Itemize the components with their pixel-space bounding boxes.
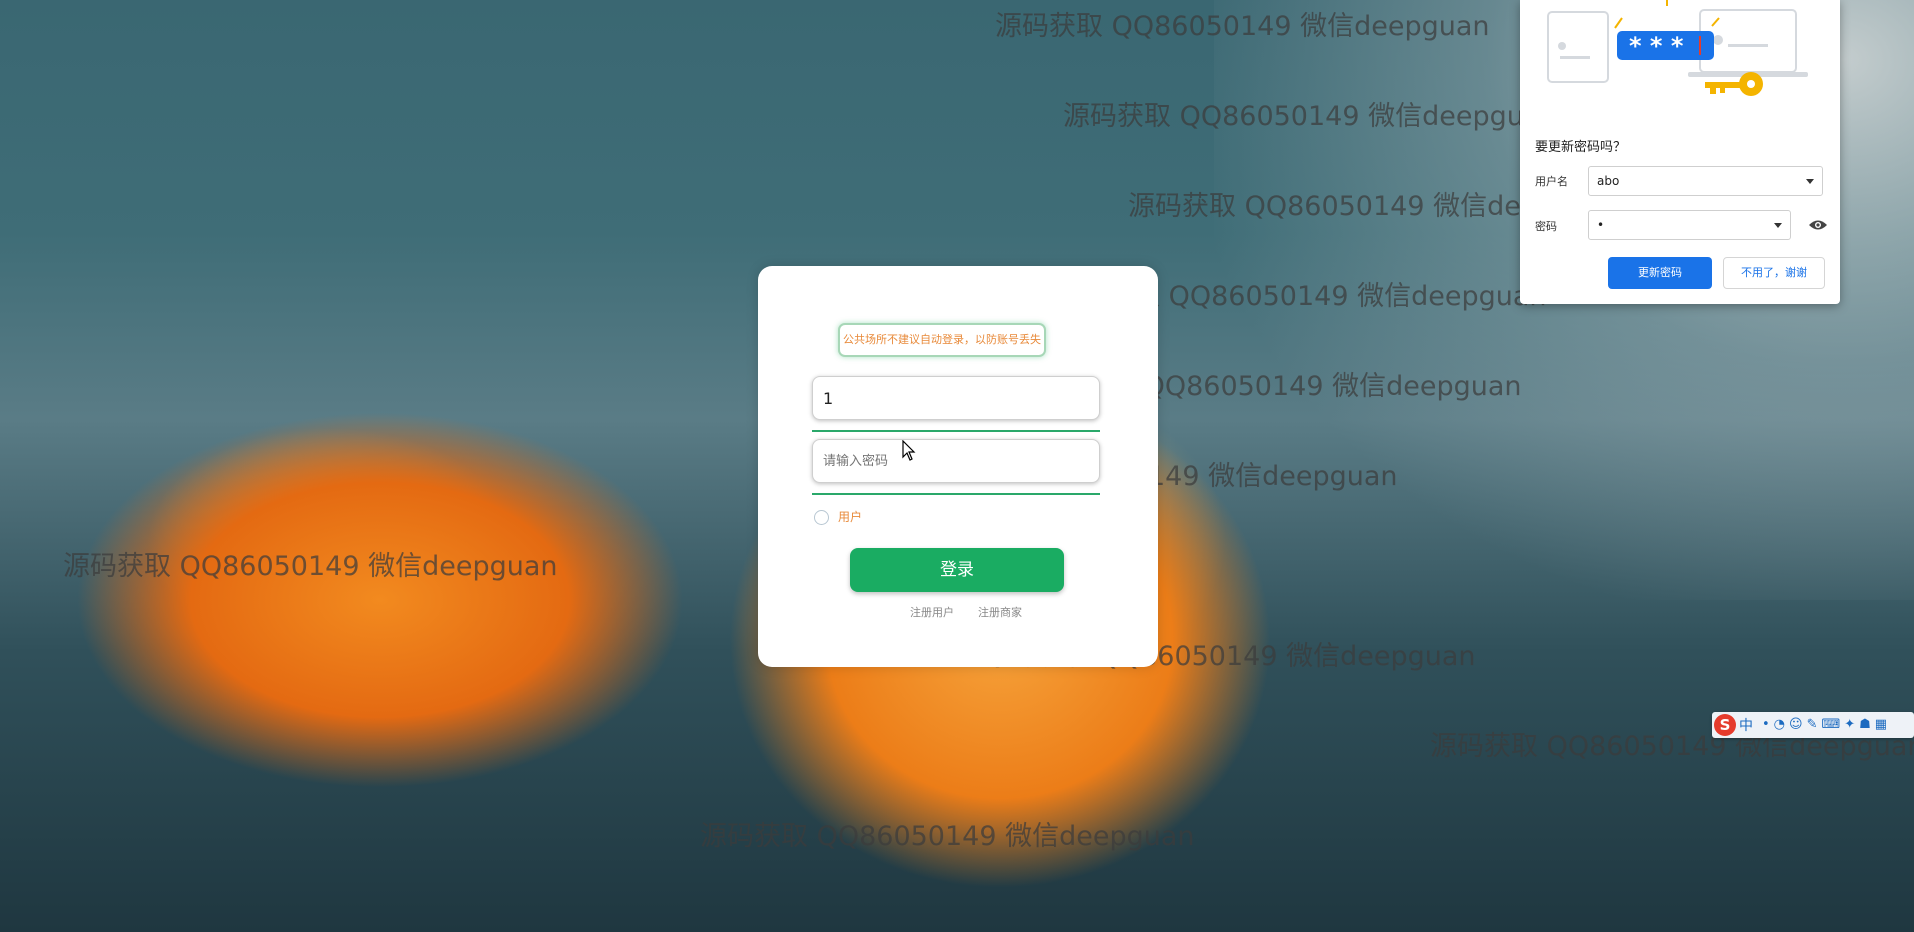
update-password-button[interactable]: 更新密码: [1608, 257, 1712, 289]
popup-username-value: abo: [1597, 174, 1620, 188]
masked-password-text: * * *: [1629, 32, 1684, 60]
password-input[interactable]: [813, 440, 1099, 482]
popup-password-label: 密码: [1535, 220, 1557, 233]
dismiss-button[interactable]: 不用了，谢谢: [1723, 257, 1825, 289]
username-input[interactable]: [813, 377, 1099, 419]
password-illustration: * * *: [1520, 0, 1840, 105]
register-merchant-link[interactable]: 注册商家: [978, 604, 1022, 620]
show-password-icon[interactable]: [1807, 215, 1829, 235]
popup-password-value: •: [1597, 218, 1605, 232]
security-notice: 公共场所不建议自动登录，以防账号丢失: [838, 323, 1046, 357]
username-field[interactable]: [812, 376, 1100, 420]
ime-tool-icons[interactable]: •◔☺✎⌨✦☗▦: [1762, 717, 1891, 732]
register-user-link[interactable]: 注册用户: [910, 604, 954, 620]
chevron-down-icon: [1774, 223, 1782, 228]
password-field[interactable]: [812, 439, 1100, 483]
update-password-popup: * * * 要更新密码吗？ 用户名 abo 密码 • 更新密码 不用了，谢谢: [1520, 0, 1840, 304]
role-user-radio[interactable]: [814, 510, 829, 525]
role-user-label[interactable]: 用户: [838, 508, 862, 525]
ime-logo-icon[interactable]: S: [1714, 714, 1736, 736]
popup-title: 要更新密码吗？: [1535, 140, 1627, 155]
ime-mode-toggle[interactable]: 中: [1739, 715, 1753, 735]
login-card: 公共场所不建议自动登录，以防账号丢失 用户 登录 注册用户 注册商家: [758, 266, 1158, 667]
login-button[interactable]: 登录: [850, 548, 1064, 592]
popup-username-select[interactable]: abo: [1588, 166, 1823, 196]
password-underline: [812, 493, 1100, 495]
popup-username-label: 用户名: [1535, 175, 1568, 188]
username-underline: [812, 430, 1100, 432]
mouse-cursor-icon: [902, 439, 916, 466]
ime-toolbar[interactable]: S 中 •◔☺✎⌨✦☗▦: [1712, 712, 1914, 738]
popup-password-select[interactable]: •: [1588, 210, 1791, 240]
chevron-down-icon: [1806, 179, 1814, 184]
